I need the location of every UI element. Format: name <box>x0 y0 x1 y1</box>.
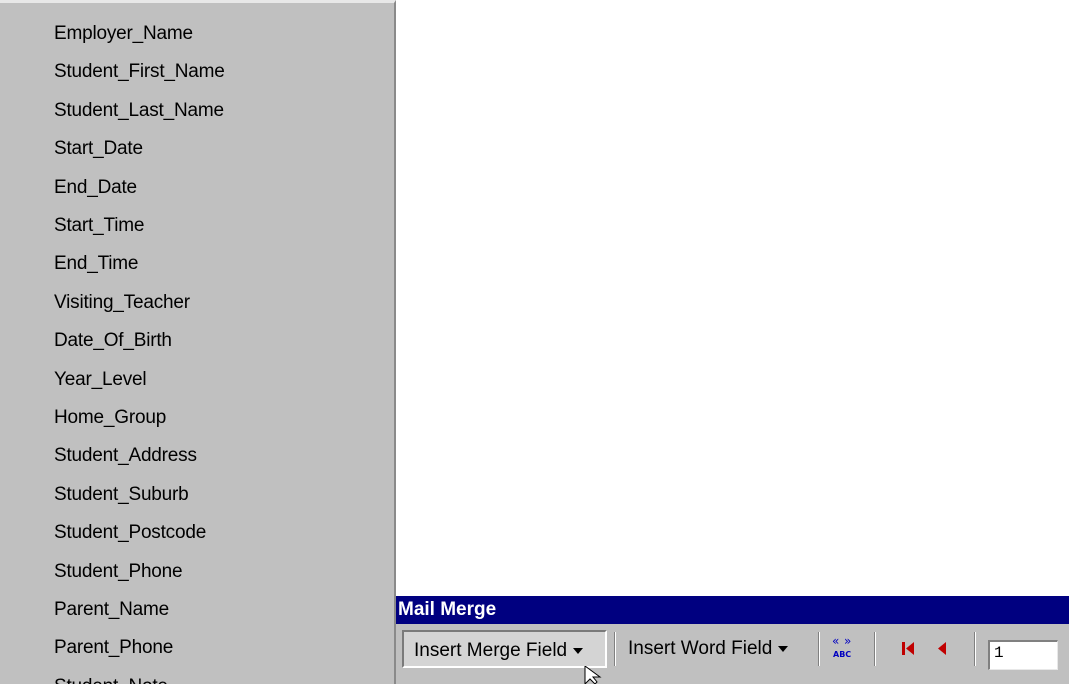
view-merged-data-button[interactable]: « » ABC <box>828 632 858 666</box>
svg-text:»: » <box>844 634 851 648</box>
merge-field-dropdown-menu: Employer_Name Student_First_Name Student_L… <box>0 0 396 684</box>
merge-field-item[interactable]: Parent_Name <box>54 592 169 628</box>
merge-field-item[interactable]: Start_Time <box>54 208 144 244</box>
merge-field-item[interactable]: Parent_Phone <box>54 630 173 666</box>
merge-field-item[interactable]: Student_Postcode <box>54 515 206 551</box>
view-merged-data-icon: « » ABC <box>832 634 851 659</box>
toolbar-separator <box>818 632 820 666</box>
merge-field-item[interactable]: Employer_Name <box>54 16 193 52</box>
insert-word-field-label: Insert Word Field <box>628 638 773 659</box>
first-record-button[interactable] <box>894 632 924 666</box>
toolbar-separator <box>614 632 616 666</box>
chevron-down-icon <box>573 647 584 654</box>
merge-field-item[interactable]: Student_Suburb <box>54 477 189 513</box>
chevron-down-icon <box>778 645 789 652</box>
merge-field-item[interactable]: Visiting_Teacher <box>54 285 190 321</box>
merge-field-item[interactable]: Student_Note <box>54 669 168 684</box>
toolbar-title[interactable]: Mail Merge <box>396 596 1069 624</box>
mouse-cursor-icon <box>584 666 602 684</box>
insert-merge-field-button[interactable]: Insert Merge Field <box>402 630 607 668</box>
merge-field-item[interactable]: Student_Address <box>54 438 197 474</box>
merge-field-item[interactable]: End_Time <box>54 246 138 282</box>
merge-field-item[interactable]: Student_Phone <box>54 554 183 590</box>
merge-field-item[interactable]: Start_Date <box>54 131 143 167</box>
merge-field-item[interactable]: Home_Group <box>54 400 166 436</box>
mail-merge-toolbar: Mail Merge Insert Merge Field Insert Wor… <box>396 596 1069 684</box>
merge-field-item[interactable]: Year_Level <box>54 362 147 398</box>
merge-field-item[interactable]: Date_Of_Birth <box>54 323 172 359</box>
merge-field-item[interactable]: Student_First_Name <box>54 54 225 90</box>
toolbar-separator <box>974 632 976 666</box>
merge-field-item[interactable]: End_Date <box>54 170 137 206</box>
previous-record-icon <box>938 642 946 655</box>
toolbar-buttons-row: Insert Merge Field Insert Word Field « »… <box>396 624 1069 684</box>
svg-text:«: « <box>832 634 839 648</box>
previous-record-button[interactable] <box>928 632 958 666</box>
merge-field-item[interactable]: Student_Last_Name <box>54 93 224 129</box>
toolbar-separator <box>874 632 876 666</box>
svg-text:ABC: ABC <box>833 650 851 659</box>
record-number-field[interactable]: 1 <box>988 640 1058 670</box>
word-document-canvas: Employer_Name Student_First_Name Student_L… <box>0 0 1069 684</box>
insert-word-field-button[interactable]: Insert Word Field <box>628 630 813 668</box>
insert-merge-field-label: Insert Merge Field <box>414 640 568 661</box>
first-record-icon <box>902 642 914 655</box>
